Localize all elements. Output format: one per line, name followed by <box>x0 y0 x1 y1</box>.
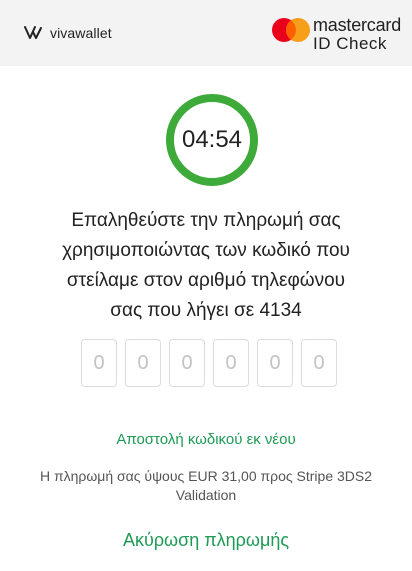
mastercard-wordmark: mastercard <box>313 15 402 35</box>
mastercard-circles-icon <box>272 18 310 42</box>
otp-digit-input-2[interactable]: 0 <box>125 339 161 387</box>
mastercard-id-check-text: ID Check <box>313 34 387 53</box>
mastercard-id-check-logo: mastercard ID Check <box>271 14 401 54</box>
instructions-line: στείλαμε στον αριθμό τηλεφώνου <box>66 270 346 291</box>
otp-digit-input-3[interactable]: 0 <box>169 339 205 387</box>
cancel-payment-link[interactable]: Ακύρωση πληρωμής <box>0 530 412 551</box>
payment-verification-page: vivawallet mastercard ID Check 04:54 Επα… <box>0 0 412 571</box>
instructions-line: σας που λήγει σε 4134 <box>110 300 302 321</box>
resend-code-link[interactable]: Αποστολή κωδικού εκ νέου <box>0 431 412 448</box>
otp-digit-input-5[interactable]: 0 <box>257 339 293 387</box>
timer-value: 04:54 <box>181 126 243 153</box>
otp-digit-input-1[interactable]: 0 <box>81 339 117 387</box>
otp-code-inputs: 0 0 0 0 0 0 <box>81 339 337 389</box>
otp-digit-input-6[interactable]: 0 <box>301 339 337 387</box>
countdown-timer: 04:54 <box>164 92 260 188</box>
payment-details-line: Validation <box>175 487 237 503</box>
payment-details-line: Η πληρωμή σας ύψους EUR 31,00 προς Strip… <box>39 468 373 484</box>
payment-details: Η πληρωμή σας ύψους EUR 31,00 προς Strip… <box>30 467 382 505</box>
vivawallet-logo-icon <box>24 26 42 39</box>
verification-instructions: Επαληθεύστε την πληρωμή σας χρησιμοποιών… <box>30 206 382 326</box>
instructions-line: χρησιμοποιώντας των κωδικό που <box>62 240 350 261</box>
header-bar: vivawallet mastercard ID Check <box>0 0 412 66</box>
vivawallet-logo: vivawallet <box>24 22 112 44</box>
vivawallet-logo-text: vivawallet <box>50 25 112 41</box>
otp-digit-input-4[interactable]: 0 <box>213 339 249 387</box>
instructions-line: Επαληθεύστε την πληρωμή σας <box>71 210 341 231</box>
